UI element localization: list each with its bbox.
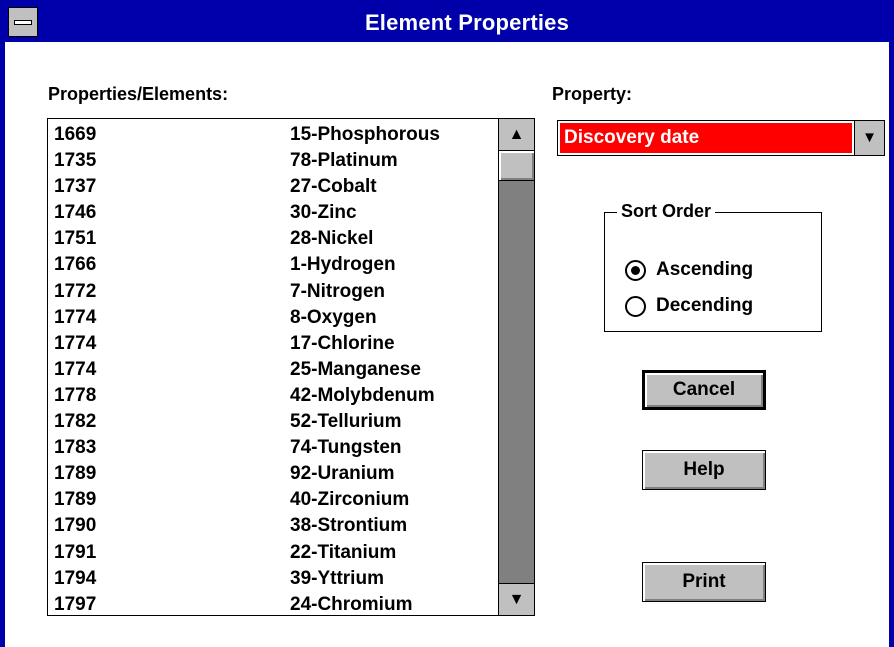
help-button[interactable]: Help (642, 450, 766, 490)
list-item[interactable]: 1783 74-Tungsten (48, 435, 498, 461)
radio-decending[interactable]: Decending (625, 295, 753, 317)
list-item-value: 1797 (54, 593, 97, 615)
property-label: Property: (552, 84, 633, 104)
list-item[interactable]: 1772 7-Nitrogen (48, 279, 498, 305)
list-item[interactable]: 1735 78-Platinum (48, 148, 498, 174)
list-item-value: 1789 (54, 489, 97, 511)
list-item[interactable]: 1774 17-Chlorine (48, 331, 498, 357)
sort-order-legend: Sort Order (617, 201, 716, 222)
property-dropdown[interactable]: Discovery date ▼ (557, 120, 885, 156)
list-item[interactable]: 1751 28-Nickel (48, 226, 498, 252)
cancel-button[interactable]: Cancel (642, 370, 766, 410)
list-item-value: 1751 (54, 228, 97, 250)
vertical-scrollbar[interactable]: ▲ ▼ (498, 119, 534, 615)
properties-elements-listbox[interactable]: 1669 15-Phosphorous 1735 78-Platinum 1737 27-… (47, 118, 535, 616)
list-item[interactable]: 1789 40-Zirconium (48, 487, 498, 513)
list-item[interactable]: 1766 1-Hydrogen (48, 252, 498, 278)
radio-circle-icon (625, 295, 646, 317)
list-item[interactable]: 1782 52-Tellurium (48, 409, 498, 435)
list-item-element: 28-Nickel (290, 228, 374, 250)
list-item-value: 1778 (54, 384, 97, 406)
list-item-value: 1794 (54, 567, 97, 589)
scroll-down-button[interactable]: ▼ (499, 583, 534, 615)
list-item-element: 92-Uranium (290, 463, 395, 485)
list-item-element: 1-Hydrogen (290, 254, 396, 276)
scroll-up-button[interactable]: ▲ (499, 119, 534, 151)
list-item-element: 8-Oxygen (290, 306, 377, 328)
list-item-element: 24-Chromium (290, 593, 413, 615)
list-item-value: 1772 (54, 280, 97, 302)
list-item-value: 1669 (54, 124, 97, 145)
arrow-down-icon: ▼ (508, 591, 525, 608)
list-rows: 1669 15-Phosphorous 1735 78-Platinum 1737 27-… (48, 122, 498, 618)
property-selected-value: Discovery date (560, 123, 852, 153)
window-title: Element Properties (364, 10, 570, 35)
list-item-value: 1746 (54, 202, 97, 224)
sort-order-group: Sort Order Ascending Decending (604, 201, 822, 332)
list-item[interactable]: 1774 8-Oxygen (48, 305, 498, 331)
system-menu-button[interactable] (8, 7, 38, 37)
radio-decending-label: Decending (656, 295, 754, 316)
list-item[interactable]: 1737 27-Cobalt (48, 174, 498, 200)
title-bar: Element Properties (5, 4, 889, 42)
list-item-element: 30-Zinc (290, 202, 357, 224)
scroll-thumb[interactable] (499, 151, 534, 181)
list-item-element: 38-Strontium (290, 515, 408, 537)
list-item[interactable]: 1797 24-Chromium (48, 592, 498, 618)
list-item-value: 1782 (54, 411, 97, 433)
list-item-element: 17-Chlorine (290, 332, 395, 354)
radio-circle-icon (625, 259, 646, 281)
dropdown-arrow-button[interactable]: ▼ (854, 121, 884, 155)
radio-ascending-label: Ascending (656, 259, 754, 280)
list-item-value: 1774 (54, 306, 97, 328)
list-item-element: 78-Platinum (290, 150, 398, 172)
list-item[interactable]: 1746 30-Zinc (48, 200, 498, 226)
list-item[interactable]: 1669 15-Phosphorous (48, 122, 498, 148)
list-item[interactable]: 1774 25-Manganese (48, 357, 498, 383)
arrow-up-icon: ▲ (508, 126, 525, 143)
radio-ascending[interactable]: Ascending (625, 259, 753, 281)
list-item-value: 1766 (54, 254, 97, 276)
list-item-value: 1774 (54, 358, 97, 380)
list-label: Properties/Elements: (48, 84, 229, 104)
element-properties-window: Element Properties Properties/Elements: … (0, 0, 894, 647)
list-item-value: 1789 (54, 463, 97, 485)
list-item[interactable]: 1794 39-Yttrium (48, 566, 498, 592)
list-item-element: 15-Phosphorous (290, 124, 440, 145)
chevron-down-icon: ▼ (862, 129, 877, 146)
list-item-value: 1783 (54, 437, 97, 459)
list-item-element: 74-Tungsten (290, 437, 402, 459)
list-item-element: 40-Zirconium (290, 489, 410, 511)
list-item-element: 27-Cobalt (290, 176, 377, 198)
list-item-value: 1735 (54, 150, 97, 172)
list-item-value: 1737 (54, 176, 97, 198)
list-item-element: 39-Yttrium (290, 567, 384, 589)
list-item-element: 22-Titanium (290, 541, 397, 563)
list-item[interactable]: 1791 22-Titanium (48, 540, 498, 566)
list-item[interactable]: 1790 38-Strontium (48, 513, 498, 539)
system-menu-icon (14, 20, 32, 25)
list-item[interactable]: 1778 42-Molybdenum (48, 383, 498, 409)
list-item-element: 42-Molybdenum (290, 384, 435, 406)
list-item-value: 1790 (54, 515, 97, 537)
list-item-value: 1791 (54, 541, 97, 563)
list-item-element: 25-Manganese (290, 358, 421, 380)
print-button[interactable]: Print (642, 562, 766, 602)
list-item-element: 52-Tellurium (290, 411, 402, 433)
list-item-element: 7-Nitrogen (290, 280, 385, 302)
list-item[interactable]: 1789 92-Uranium (48, 461, 498, 487)
list-item-value: 1774 (54, 332, 97, 354)
